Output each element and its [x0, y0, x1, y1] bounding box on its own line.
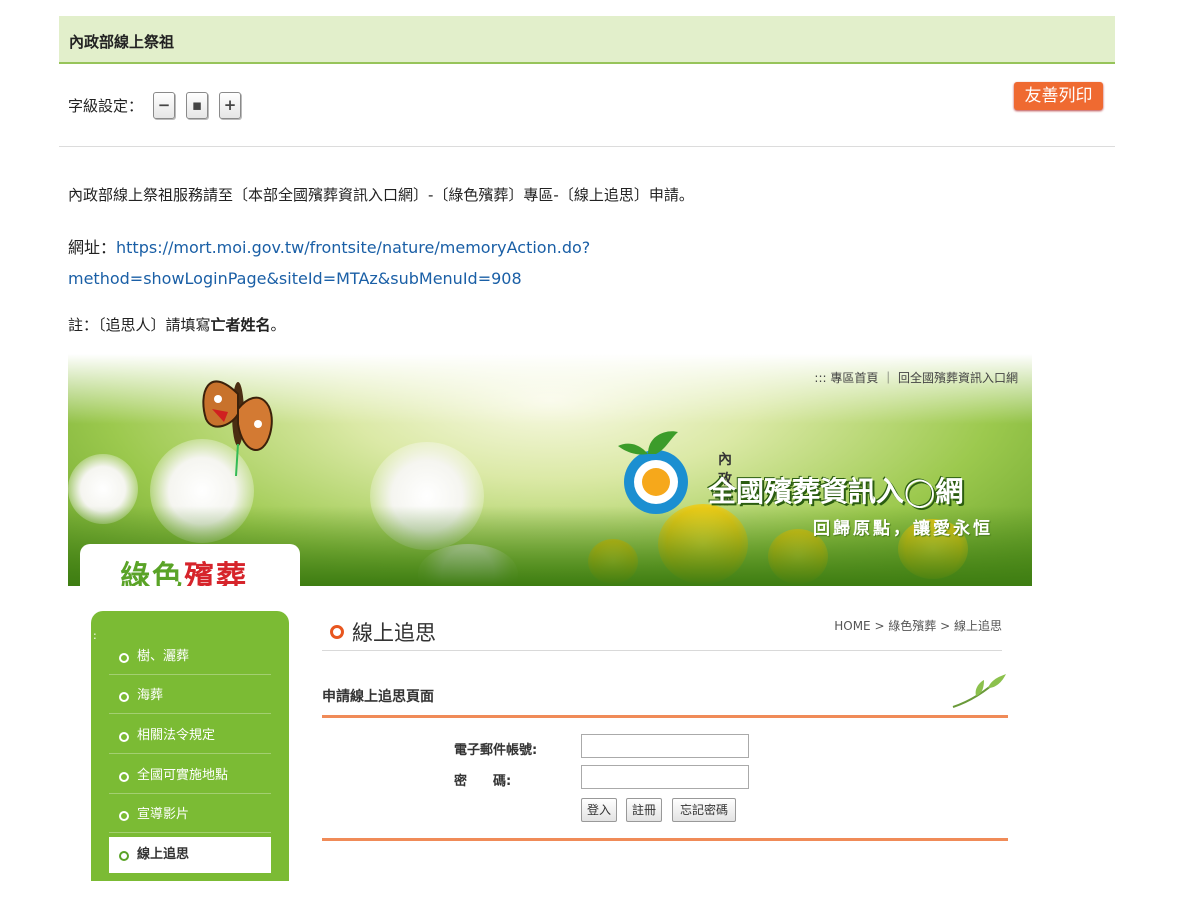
- section-tab-red: 殯葬: [184, 560, 248, 586]
- note-prefix: 註：〔追思人〕請填寫: [68, 316, 211, 334]
- sidebar-dots: :: [93, 629, 97, 642]
- sidebar-item-regulations[interactable]: 相關法令規定: [109, 718, 271, 754]
- note-bold: 亡者姓名: [210, 316, 271, 334]
- logo-slogan: 回歸原點，讓愛永恒: [813, 519, 993, 539]
- font-size-label: 字級設定：: [68, 96, 144, 115]
- butterfly-icon: [202, 380, 273, 477]
- divider: [322, 650, 1002, 651]
- logo-emblem-icon: [618, 431, 688, 514]
- note-suffix: 。: [270, 316, 286, 334]
- content-title: 線上追思: [352, 621, 436, 645]
- form-bottom-line: [322, 838, 1008, 841]
- portal-sidebar: : 樹、灑葬 海葬 相關法令規定 全國可實施地點 宣導影片 線上追思: [91, 611, 289, 881]
- register-button[interactable]: 註冊: [626, 798, 662, 822]
- circle-icon: [330, 625, 344, 639]
- print-button[interactable]: 友善列印: [1014, 82, 1103, 110]
- font-normal-button[interactable]: ▪: [186, 91, 209, 119]
- note-text: 註：〔追思人〕請填寫亡者姓名。: [68, 314, 286, 335]
- sidebar-item-online-memorial[interactable]: 線上追思: [109, 837, 271, 873]
- forgot-password-button[interactable]: 忘記密碼: [672, 798, 736, 822]
- divider: [59, 146, 1115, 147]
- page-header: 內政部線上祭祖: [59, 16, 1115, 64]
- intro-text: 內政部線上祭祖服務請至〔本部全國殯葬資訊入口網〕-〔綠色殯葬〕專區-〔線上追思〕…: [68, 186, 694, 204]
- minus-icon: −: [157, 96, 171, 114]
- content-heading: 線上追思: [330, 612, 436, 652]
- service-url-link[interactable]: https://mort.moi.gov.tw/frontsite/nature…: [116, 238, 590, 257]
- email-field[interactable]: [581, 734, 749, 758]
- plus-icon: +: [223, 96, 237, 114]
- form-title: 申請線上追思頁面: [322, 689, 434, 705]
- service-url-link-cont[interactable]: method=showLoginPage&siteId=MTAz&subMenu…: [68, 269, 522, 288]
- section-tab-green: 綠色: [120, 560, 184, 586]
- portal-top-nav: ::: 專區首頁 ｜ 回全國殯葬資訊入口網: [814, 371, 1018, 385]
- form-title-underline: [322, 715, 1008, 718]
- square-icon: ▪: [191, 96, 203, 114]
- section-tab: 綠色殯葬: [80, 544, 300, 586]
- font-decrease-button[interactable]: −: [153, 91, 176, 119]
- portal-logo: 內政部 全國殯葬資訊入◯網 回歸原點，讓愛永恒: [608, 424, 990, 539]
- logo-title: 全國殯葬資訊入◯網: [708, 475, 964, 508]
- password-label: 密 碼:: [454, 774, 512, 789]
- sidebar-item-tree-scatter[interactable]: 樹、灑葬: [109, 639, 271, 675]
- sidebar-item-locations[interactable]: 全國可實施地點: [109, 758, 271, 794]
- sidebar-item-videos[interactable]: 宣導影片: [109, 797, 271, 833]
- email-label: 電子郵件帳號:: [454, 743, 538, 758]
- font-size-controls: 字級設定： − ▪ +: [68, 89, 252, 121]
- portal-screenshot: ::: 專區首頁 ｜ 回全國殯葬資訊入口網 內政部 全國殯葬資訊入◯網 回歸原點…: [68, 354, 1032, 884]
- font-increase-button[interactable]: +: [219, 91, 242, 119]
- url-paragraph: 網址：https://mort.moi.gov.tw/frontsite/nat…: [68, 232, 828, 294]
- sidebar-item-sea-burial[interactable]: 海葬: [109, 678, 271, 714]
- url-label: 網址：: [68, 238, 117, 257]
- login-button[interactable]: 登入: [581, 798, 617, 822]
- banner-image: ::: 專區首頁 ｜ 回全國殯葬資訊入口網 內政部 全國殯葬資訊入◯網 回歸原點…: [68, 354, 1032, 586]
- leaf-icon: [952, 674, 1006, 708]
- page-title: 內政部線上祭祖: [69, 33, 175, 51]
- password-field[interactable]: [581, 765, 749, 789]
- breadcrumb: HOME > 綠色殯葬 > 線上追思: [834, 619, 1002, 633]
